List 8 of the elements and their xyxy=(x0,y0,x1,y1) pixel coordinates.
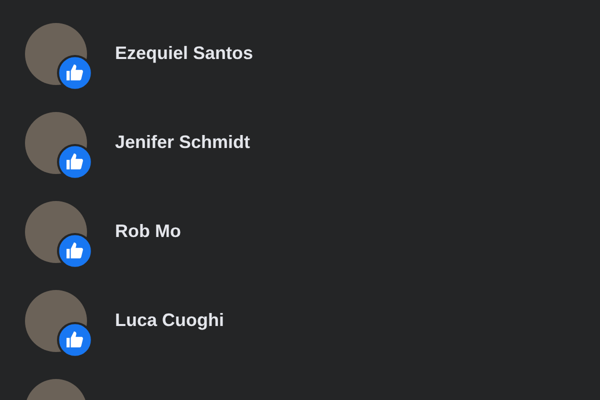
person-name[interactable]: Jenifer Schmidt xyxy=(115,132,250,153)
thumbs-up-icon xyxy=(57,144,93,180)
thumbs-up-icon xyxy=(57,322,93,358)
person-name[interactable]: Ezequiel Santos xyxy=(115,43,254,64)
thumbs-up-icon xyxy=(57,232,93,268)
person-name[interactable]: Rob Mo xyxy=(115,221,181,242)
thumbs-up-icon xyxy=(57,54,93,90)
person-name[interactable]: Luca Cuoghi xyxy=(115,310,224,331)
